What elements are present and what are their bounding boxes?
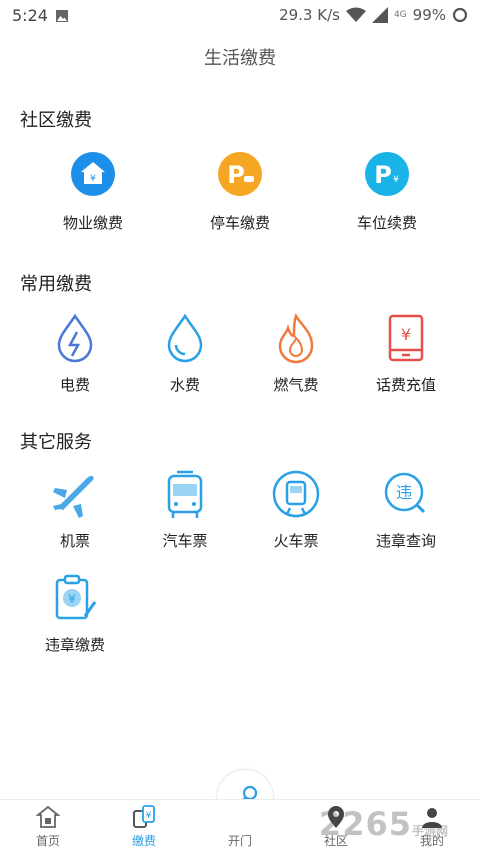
water-button[interactable]: 水费 [130,312,240,395]
airplane-ticket-label: 机票 [59,532,90,550]
section-title-other: 其它服务 [20,432,92,453]
water-label: 水费 [169,376,200,394]
violation-payment-label: 违章缴费 [44,636,105,654]
image-notification-icon [56,10,68,22]
tab-home[interactable]: 首页 [0,804,96,849]
electricity-label: 电费 [59,376,90,394]
train-icon [272,470,320,518]
home-icon [35,805,61,828]
phone-recharge-button[interactable]: ¥ 话费充值 [351,312,461,395]
bus-ticket-label: 汽车票 [162,532,208,550]
gas-button[interactable]: 燃气费 [241,312,351,395]
svg-text:¥: ¥ [90,174,96,184]
battery-percent: 99% [412,6,446,24]
parking-fee-button[interactable]: P 停车缴费 [185,150,295,233]
airplane-icon [53,475,94,518]
network-type: 4G [393,10,407,20]
water-icon [167,313,203,363]
violation-query-button[interactable]: 违 违章查询 [351,468,461,551]
phone-recharge-label: 话费充值 [375,376,436,394]
train-ticket-label: 火车票 [273,532,319,550]
violation-payment-icon: ¥ [55,574,97,620]
svg-text:P: P [374,161,392,189]
cell-signal-icon [371,7,388,23]
svg-text:¥: ¥ [401,325,411,344]
tab-payment-label: 缴费 [131,834,156,848]
svg-text:¥: ¥ [146,811,152,821]
battery-icon [452,7,468,23]
bus-icon [167,470,203,518]
property-fee-button[interactable]: ¥ 物业缴费 [38,150,148,233]
parking-renewal-label: 车位续费 [356,214,417,232]
parking-fee-icon: P [218,152,262,196]
parking-space-renewal-icon: P ¥ [365,152,409,196]
watermark-logo: 2265手游网 [319,805,448,843]
property-fee-icon: ¥ [71,152,115,196]
tab-open-door[interactable]: 开门 [192,832,288,849]
airplane-ticket-button[interactable]: 机票 [20,468,130,551]
svg-text:P: P [227,161,245,189]
svg-text:¥: ¥ [393,175,399,185]
tab-payment[interactable]: ¥ 缴费 [96,804,192,849]
svg-text:违: 违 [396,483,412,502]
watermark-sub: 手游网 [411,824,448,838]
electricity-icon [57,313,93,363]
parking-renewal-button[interactable]: P ¥ 车位续费 [332,150,442,233]
gas-label: 燃气费 [273,376,319,394]
watermark-brand: 2265 [318,805,412,843]
phone-recharge-icon: ¥ [388,314,424,362]
gas-icon [278,313,314,364]
violation-query-label: 违章查询 [375,532,436,550]
parking-fee-label: 停车缴费 [209,214,270,232]
payment-icon: ¥ [133,805,155,828]
bottom-tab-bar: 首页 ¥ 缴费 开门 社区 我的 2265手游网 [0,799,480,853]
tab-open-door-label: 开门 [227,834,252,848]
wifi-icon [345,7,366,22]
section-title-common: 常用缴费 [20,274,92,295]
page-title: 生活缴费 [204,48,276,69]
property-fee-label: 物业缴费 [62,214,123,232]
bus-ticket-button[interactable]: 汽车票 [130,468,240,551]
violation-payment-button[interactable]: ¥ 违章缴费 [20,572,130,655]
violation-query-icon: 违 [384,472,426,514]
svg-text:¥: ¥ [68,592,76,606]
status-bar: 5:24 29.3 K/s 4G 99% [0,0,480,30]
status-right: 29.3 K/s 4G 99% [279,6,468,24]
section-title-community: 社区缴费 [20,110,92,131]
network-speed: 29.3 K/s [279,6,340,24]
electricity-button[interactable]: 电费 [20,312,130,395]
train-ticket-button[interactable]: 火车票 [241,468,351,551]
status-time: 5:24 [12,6,48,25]
tab-home-label: 首页 [35,834,60,848]
